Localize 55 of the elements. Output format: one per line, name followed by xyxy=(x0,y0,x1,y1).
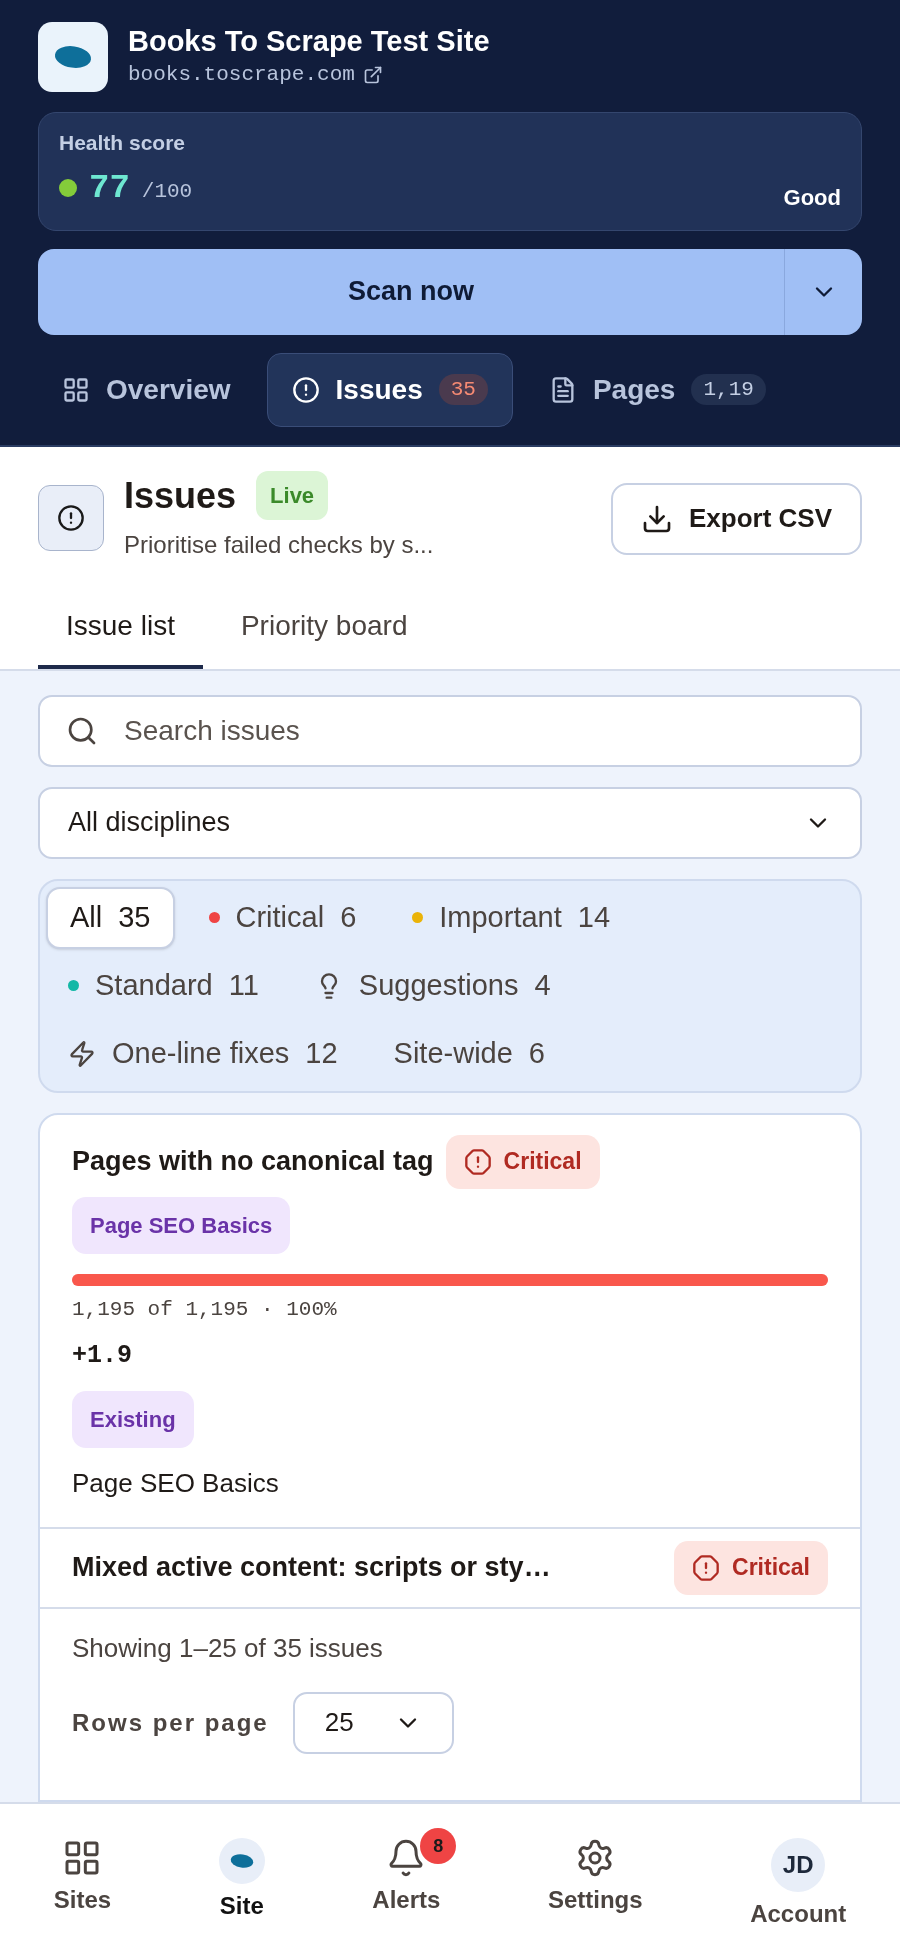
bottom-nav-item[interactable]: JD Account xyxy=(734,1828,863,1932)
affected-count: 1,195 of 1,195 · 100% xyxy=(72,1296,338,1323)
bottom-nav-item[interactable]: Settings xyxy=(531,1828,659,1918)
live-badge: Live xyxy=(256,471,329,520)
issue-category: Page SEO Basics xyxy=(72,1466,280,1500)
rows-per-page-label: Rows per page xyxy=(72,1707,269,1738)
nav-tab[interactable]: Issues 35 xyxy=(266,352,513,427)
pagination-summary: Showing 1–25 of 35 issues xyxy=(72,1631,384,1665)
bottom-nav-item[interactable]: Alerts 8 xyxy=(356,1828,457,1918)
site-logo-icon xyxy=(218,1838,265,1884)
count-badge: 1,19 xyxy=(691,373,766,406)
alert-icon xyxy=(57,503,85,532)
sub-tab[interactable]: Priority board xyxy=(212,596,436,669)
warning-icon xyxy=(692,1553,720,1582)
lightning-icon xyxy=(68,1039,96,1068)
filter-chip[interactable]: Site-wide 6 xyxy=(371,1022,567,1085)
bottom-nav-item[interactable]: Sites xyxy=(37,1828,128,1918)
filter-chip[interactable]: Suggestions 4 xyxy=(292,954,573,1017)
page-title: Issues xyxy=(124,473,237,518)
filter-chip[interactable]: One-line fixes 12 xyxy=(46,1022,360,1085)
scan-now-button[interactable]: Scan now xyxy=(38,248,784,335)
health-rating: Good xyxy=(783,183,841,212)
severity-badge: Critical xyxy=(445,1134,600,1189)
filter-chip[interactable]: All 35 xyxy=(46,886,175,949)
health-label: Health score xyxy=(59,130,187,156)
notification-badge: 8 xyxy=(420,1828,457,1864)
category-tag: Page SEO Basics xyxy=(72,1196,291,1254)
site-title: Books To Scrape Test Site xyxy=(128,24,490,60)
warning-icon xyxy=(463,1147,492,1176)
health-score: 77 xyxy=(89,167,130,209)
nav-tab[interactable]: Overview xyxy=(38,352,255,427)
avatar: JD xyxy=(771,1838,826,1892)
status-tag: Existing xyxy=(72,1390,194,1448)
filter-chip[interactable]: Important 14 xyxy=(390,886,633,949)
alert-icon xyxy=(291,375,320,404)
severity-badge: Critical xyxy=(674,1540,828,1595)
grid-icon xyxy=(62,375,90,404)
issue-title[interactable]: Mixed active content: scripts or sty… xyxy=(72,1547,551,1588)
site-url-link[interactable]: books.toscrape.com xyxy=(128,59,355,91)
scan-options-button[interactable] xyxy=(784,248,862,335)
external-link-icon xyxy=(362,65,383,86)
rows-per-page-select[interactable]: 25 xyxy=(292,1691,454,1754)
filter-chip[interactable]: Standard 11 xyxy=(46,954,281,1017)
count-badge: 35 xyxy=(438,373,488,406)
filter-chip[interactable]: Critical 6 xyxy=(186,886,379,949)
impact-score: +1.9 xyxy=(72,1340,133,1372)
discipline-select[interactable]: All disciplines xyxy=(38,786,862,859)
health-max: /100 xyxy=(141,179,193,206)
issue-title[interactable]: Pages with no canonical tag xyxy=(72,1141,434,1182)
export-csv-button[interactable]: Export CSV xyxy=(610,482,862,555)
page-subtitle: Prioritise failed checks by s... xyxy=(124,529,435,560)
sub-tab[interactable]: Issue list xyxy=(38,596,203,669)
nav-tab[interactable]: Pages 1,19 xyxy=(524,352,790,427)
search-field[interactable]: Search issues xyxy=(38,694,862,767)
bottom-nav-item[interactable]: Site xyxy=(202,1828,281,1924)
